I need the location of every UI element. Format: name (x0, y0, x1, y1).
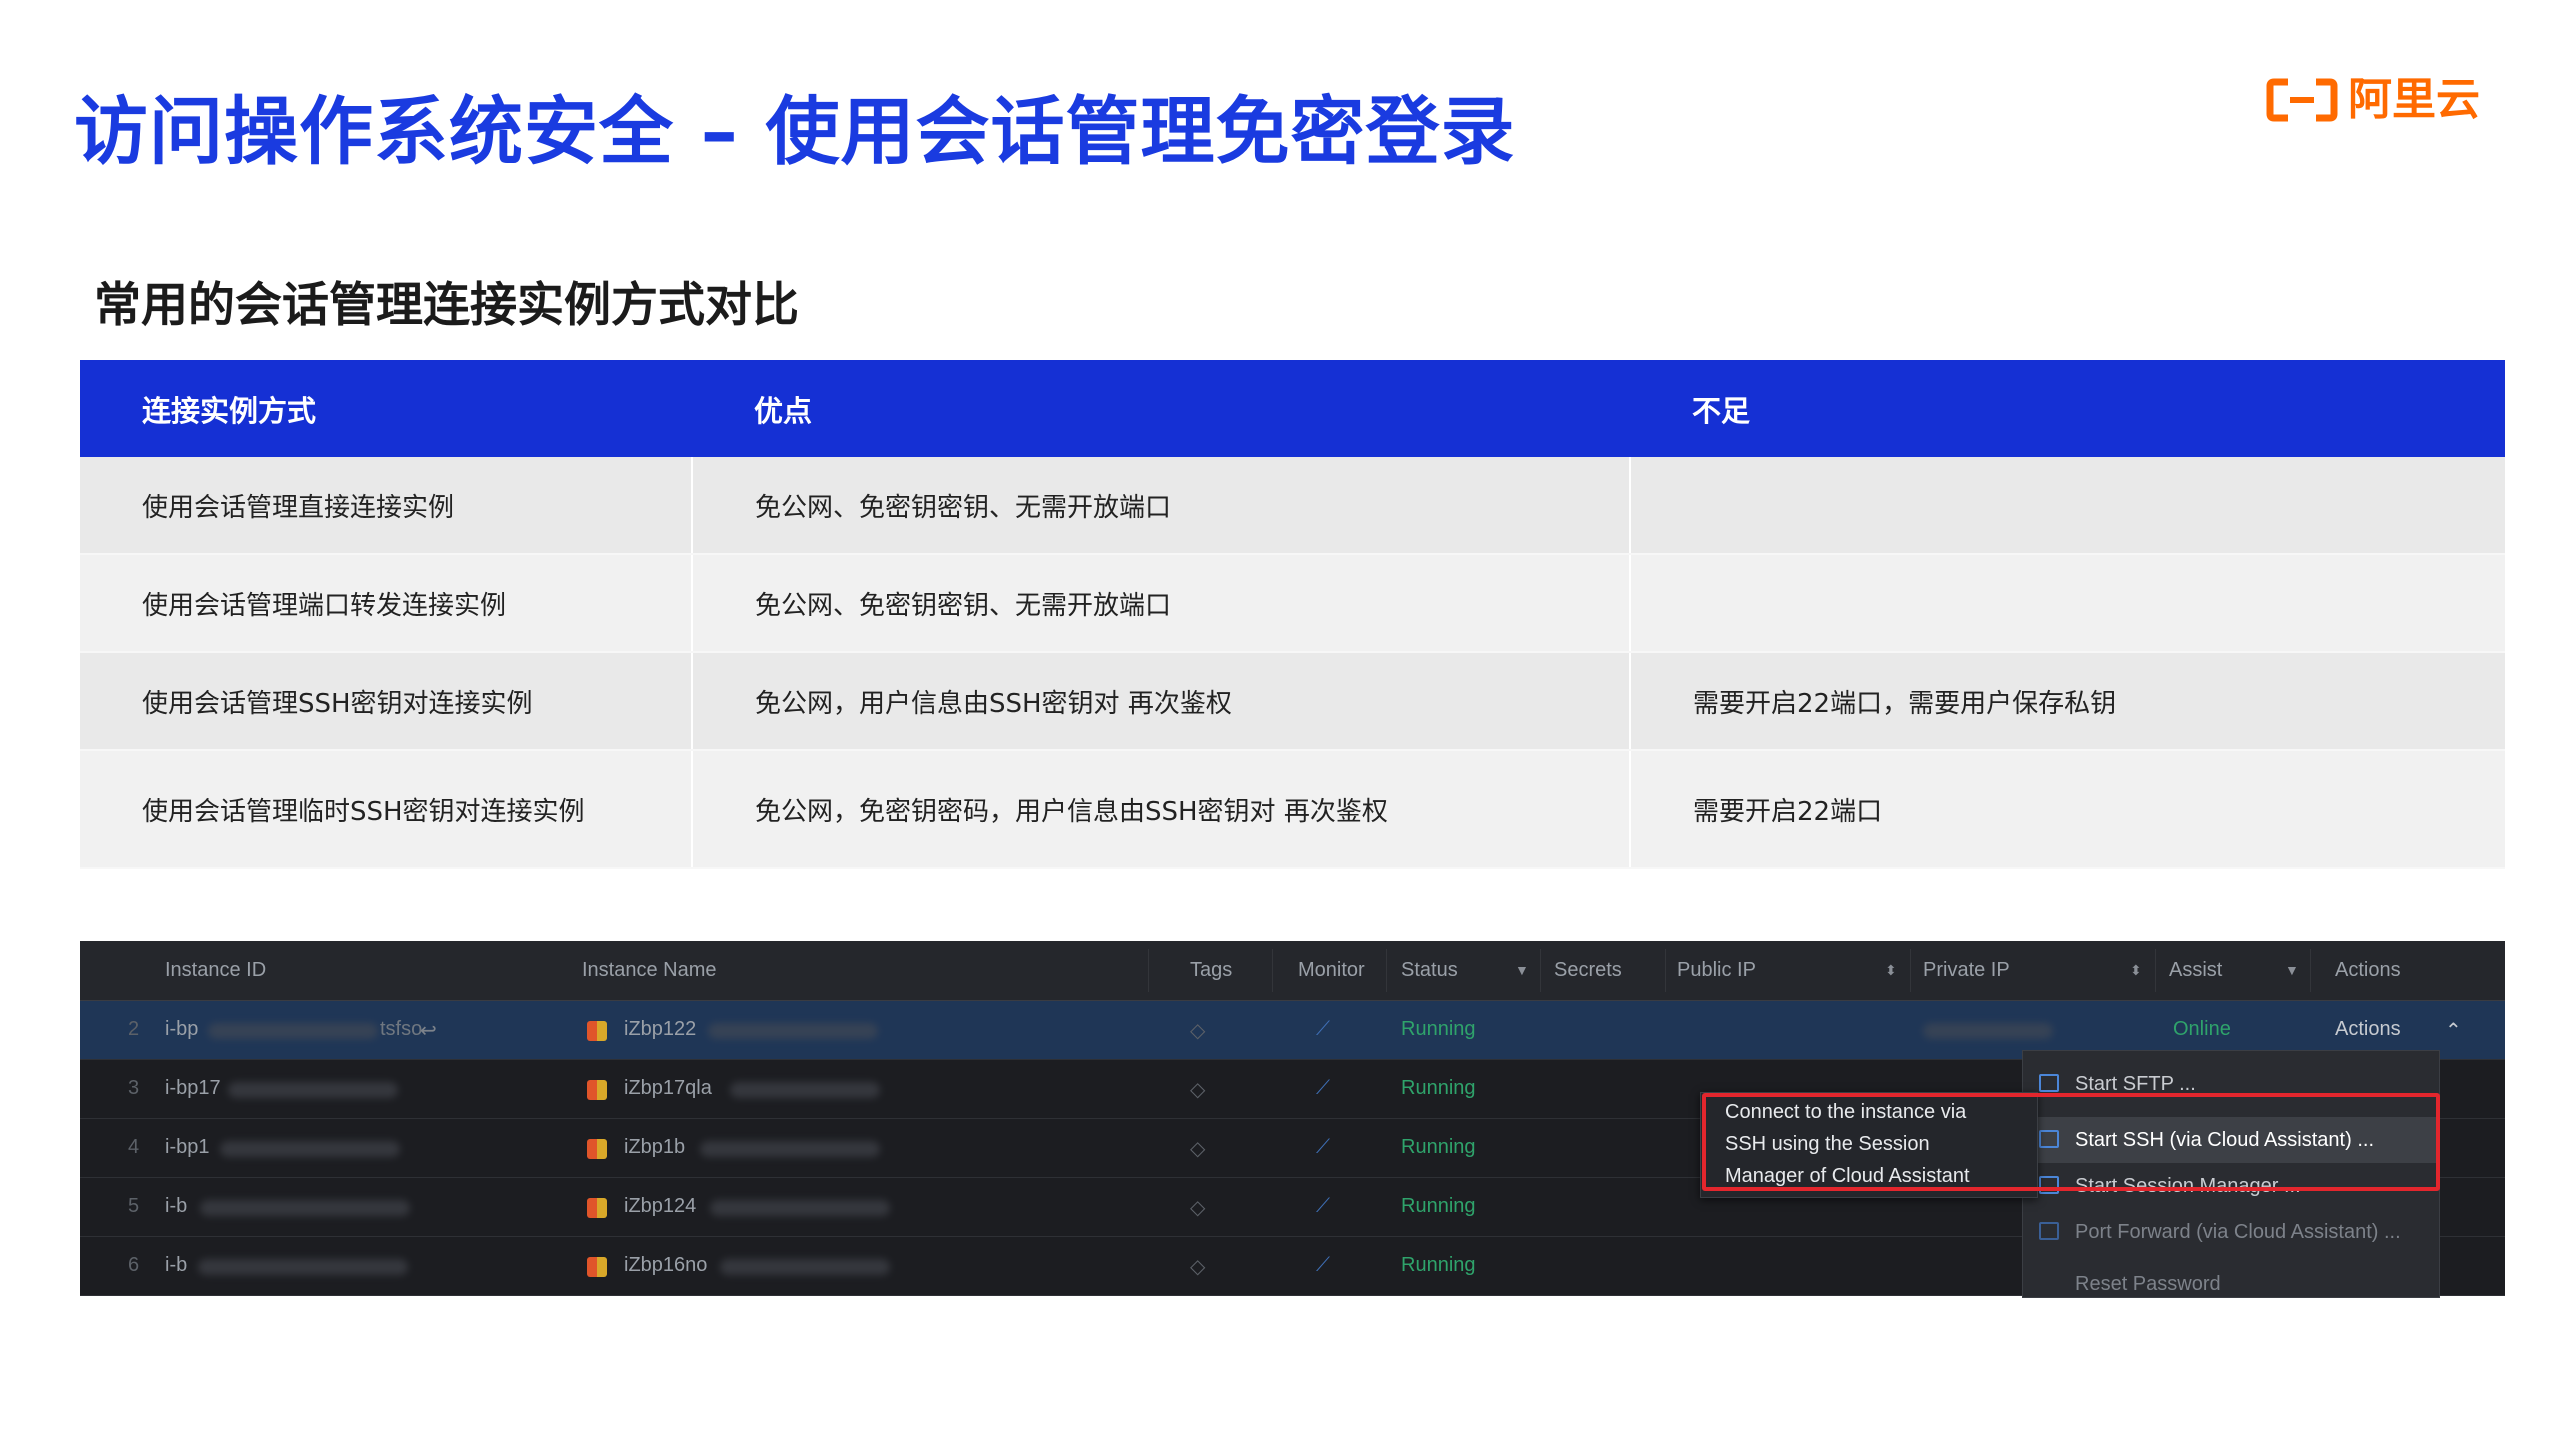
status-running: Running (1401, 1077, 1476, 1099)
table-cell: 使用会话管理SSH密钥对连接实例 (80, 652, 693, 751)
aliyun-logo-icon (2266, 78, 2338, 122)
col-actions: Actions (2335, 959, 2401, 981)
public-ip-sort-icon[interactable]: ⬍ (1885, 962, 1897, 979)
instance-id-tail: tsfso (380, 1018, 423, 1040)
instance-os-icon (587, 1139, 607, 1159)
status-running: Running (1401, 1136, 1476, 1158)
column-header-method: 连接实例方式 (80, 360, 692, 457)
monitor-icon[interactable]: ⟋ (1316, 1254, 1330, 1277)
row-number: 5 (128, 1195, 140, 1217)
instance-table-header: Instance ID Instance Name Tags Monitor S… (80, 941, 2505, 1001)
table-header-row: 连接实例方式 优点 不足 (80, 360, 2505, 457)
instance-name[interactable]: iZbp1b (624, 1136, 685, 1159)
instance-name[interactable]: iZbp16no (624, 1254, 707, 1277)
chevron-up-icon[interactable]: ⌃ (2445, 1018, 2462, 1043)
column-header-cons: 不足 (1630, 360, 2505, 457)
sftp-icon (2039, 1074, 2059, 1092)
table-cell (1630, 554, 2505, 653)
instance-os-icon (587, 1198, 607, 1218)
table-cell: 需要开启22端口，需要用户保存私钥 (1630, 652, 2505, 751)
actions-dropdown[interactable]: Actions (2335, 1018, 2401, 1041)
monitor-icon[interactable]: ⟋ (1316, 1018, 1330, 1041)
link-icon (2039, 1222, 2059, 1240)
logo-text: 阿里云 (2348, 74, 2480, 125)
instance-id[interactable]: i-bp1 (165, 1136, 209, 1159)
col-private-ip[interactable]: Private IP (1923, 959, 2010, 982)
private-ip-sort-icon[interactable]: ⬍ (2130, 962, 2142, 979)
status-running: Running (1401, 1195, 1476, 1217)
menu-item-label: Port Forward (via Cloud Assistant) ... (2075, 1221, 2401, 1243)
menu-item-reset-password[interactable]: Reset Password (2023, 1261, 2439, 1297)
table-row: 使用会话管理直接连接实例 免公网、免密钥密钥、无需开放端口 (80, 457, 2505, 555)
col-secrets[interactable]: Secrets (1554, 959, 1622, 982)
col-public-ip[interactable]: Public IP (1677, 959, 1756, 982)
comparison-table: 连接实例方式 优点 不足 使用会话管理直接连接实例 免公网、免密钥密钥、无需开放… (80, 360, 2505, 869)
col-instance-id[interactable]: Instance ID (165, 959, 266, 982)
aliyun-logo: 阿里云 (2266, 72, 2480, 128)
status-running: Running (1401, 1018, 1476, 1040)
menu-item-label: Reset Password (2075, 1273, 2221, 1295)
column-header-pros: 优点 (692, 360, 1630, 457)
tag-icon[interactable]: ◇ (1190, 1254, 1205, 1279)
table-cell: 免公网、免密钥密钥、无需开放端口 (692, 457, 1631, 555)
menu-item-port-forward[interactable]: Port Forward (via Cloud Assistant) ... (2023, 1209, 2439, 1255)
table-cell: 免公网、免密钥密钥、无需开放端口 (692, 554, 1631, 653)
col-tags[interactable]: Tags (1190, 959, 1232, 982)
row-number: 3 (128, 1077, 140, 1099)
table-cell: 免公网，免密钥密码，用户信息由SSH密钥对 再次鉴权 (692, 750, 1631, 869)
row-number: 4 (128, 1136, 140, 1158)
table-cell: 使用会话管理端口转发连接实例 (80, 554, 693, 653)
table-row: 使用会话管理端口转发连接实例 免公网、免密钥密钥、无需开放端口 (80, 554, 2505, 653)
monitor-icon[interactable]: ⟋ (1316, 1077, 1330, 1100)
status-running: Running (1401, 1254, 1476, 1276)
instance-os-icon (587, 1257, 607, 1277)
section-subtitle: 常用的会话管理连接实例方式对比 (94, 278, 799, 333)
instance-id[interactable]: i-bp17 (165, 1077, 221, 1100)
instance-name[interactable]: iZbp122 (624, 1018, 696, 1041)
assist-filter-icon[interactable]: ▼ (2285, 962, 2299, 978)
row-number: 6 (128, 1254, 140, 1276)
tag-icon[interactable]: ◇ (1190, 1136, 1205, 1161)
col-monitor[interactable]: Monitor (1298, 959, 1365, 982)
table-cell (1630, 457, 2505, 555)
table-row: 使用会话管理SSH密钥对连接实例 免公网，用户信息由SSH密钥对 再次鉴权 需要… (80, 652, 2505, 751)
monitor-icon[interactable]: ⟋ (1316, 1195, 1330, 1218)
table-cell: 使用会话管理直接连接实例 (80, 457, 693, 555)
table-cell: 免公网，用户信息由SSH密钥对 再次鉴权 (692, 652, 1631, 751)
tag-icon[interactable]: ◇ (1190, 1077, 1205, 1102)
table-row: 使用会话管理临时SSH密钥对连接实例 免公网，免密钥密码，用户信息由SSH密钥对… (80, 750, 2505, 869)
col-assist[interactable]: Assist (2169, 959, 2222, 982)
instance-id[interactable]: i-bp (165, 1018, 198, 1041)
col-instance-name[interactable]: Instance Name (582, 959, 717, 982)
instance-os-icon (587, 1080, 607, 1100)
copy-icon[interactable]: ↩ (420, 1018, 437, 1043)
instance-os-icon (587, 1021, 607, 1041)
instance-id[interactable]: i-b (165, 1254, 187, 1277)
table-cell: 需要开启22端口 (1630, 750, 2505, 869)
instance-name[interactable]: iZbp124 (624, 1195, 696, 1218)
tag-icon[interactable]: ◇ (1190, 1018, 1205, 1043)
instance-name[interactable]: iZbp17qla (624, 1077, 712, 1100)
page-title: 访问操作系统安全 – 使用会话管理免密登录 (74, 89, 1516, 175)
tag-icon[interactable]: ◇ (1190, 1195, 1205, 1220)
status-filter-icon[interactable]: ▼ (1515, 962, 1529, 978)
table-cell: 使用会话管理临时SSH密钥对连接实例 (80, 750, 693, 869)
instance-id[interactable]: i-b (165, 1195, 187, 1218)
row-number: 2 (128, 1018, 140, 1040)
col-status[interactable]: Status (1401, 959, 1458, 982)
assist-online: Online (2173, 1018, 2231, 1040)
monitor-icon[interactable]: ⟋ (1316, 1136, 1330, 1159)
highlight-box (1702, 1093, 2440, 1191)
